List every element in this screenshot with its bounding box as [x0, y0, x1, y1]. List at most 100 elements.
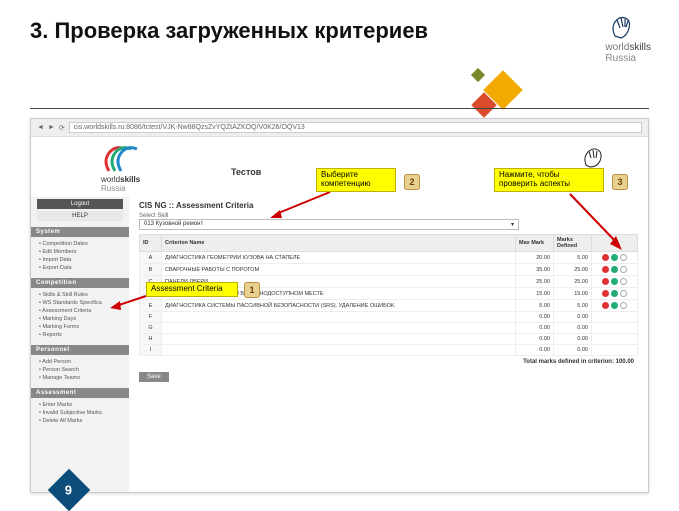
badge-2: 2: [404, 174, 420, 190]
edit-icon[interactable]: [620, 290, 627, 297]
hand-icon: [605, 14, 639, 40]
table-row: A ДИАГНОСТИКА ГЕОМЕТРИИ КУЗОВА НА СТАПЕЛ…: [140, 252, 638, 264]
delete-icon[interactable]: [602, 290, 609, 297]
delete-icon[interactable]: [602, 302, 609, 309]
divider: [30, 108, 649, 109]
logout-button[interactable]: Logout: [37, 199, 123, 209]
sidebar-item[interactable]: Enter Marks: [39, 401, 129, 409]
nav-back-icon[interactable]: ◄: [37, 124, 44, 131]
cell-actions: [592, 276, 638, 288]
cell-id: B: [140, 264, 162, 276]
sidebar-item[interactable]: Export Data: [39, 264, 129, 272]
arrow-2: [270, 190, 340, 220]
cell-name: [162, 334, 516, 345]
cell-id: F: [140, 312, 162, 323]
sidebar-item[interactable]: Person Search: [39, 366, 129, 374]
ok-icon[interactable]: [611, 290, 618, 297]
sidebar-item[interactable]: Competition Dates: [39, 240, 129, 248]
table-row: H 0.00 0.00: [140, 334, 638, 345]
table-row: F 0.00 0.00: [140, 312, 638, 323]
edit-icon[interactable]: [620, 302, 627, 309]
cell-id: G: [140, 323, 162, 334]
cell-actions: [592, 288, 638, 300]
ok-icon[interactable]: [611, 302, 618, 309]
sidebar-heading: System: [31, 227, 129, 237]
cell-max: 35.00: [516, 264, 554, 276]
sidebar-heading: Competition: [31, 278, 129, 288]
cell-max: 0.00: [516, 323, 554, 334]
edit-icon[interactable]: [620, 266, 627, 273]
chevron-down-icon: ▾: [511, 221, 514, 228]
col-id: ID: [140, 235, 162, 252]
cell-def: 15.00: [554, 288, 592, 300]
cell-def: 0.00: [554, 312, 592, 323]
table-row: E ДИАГНОСТИКА СИСТЕМЫ ПАССИВНОЙ БЕЗОПАСН…: [140, 300, 638, 312]
cell-max: 0.00: [516, 312, 554, 323]
worldskills-logo-left: worldskillsRussia: [101, 145, 145, 193]
cell-name: ДИАГНОСТИКА ГЕОМЕТРИИ КУЗОВА НА СТАПЕЛЕ: [162, 252, 516, 264]
cell-name: [162, 323, 516, 334]
callout-select-skill: Выберите компетенцию: [316, 168, 396, 192]
col-name: Criterion Name: [162, 235, 516, 252]
cell-id: H: [140, 334, 162, 345]
cell-def: 0.00: [554, 323, 592, 334]
cell-name: СВАРОЧНЫЕ РАБОТЫ С ПОРОГОМ: [162, 264, 516, 276]
cell-actions: [592, 300, 638, 312]
cell-actions: [592, 312, 638, 323]
slide-title: 3. Проверка загруженных критериев: [30, 18, 428, 44]
cell-max: 0.00: [516, 334, 554, 345]
sidebar-item[interactable]: Marking Forms: [39, 323, 129, 331]
cell-max: 15.00: [516, 288, 554, 300]
cell-name: ДИАГНОСТИКА СИСТЕМЫ ПАССИВНОЙ БЕЗОПАСНОС…: [162, 300, 516, 312]
delete-icon[interactable]: [602, 254, 609, 261]
arrow-3: [560, 192, 630, 252]
nav-fwd-icon[interactable]: ►: [48, 124, 55, 131]
cell-actions: [592, 345, 638, 356]
cell-max: 5.00: [516, 300, 554, 312]
sidebar-item[interactable]: Edit Members: [39, 248, 129, 256]
edit-icon[interactable]: [620, 254, 627, 261]
reload-icon[interactable]: ⟳: [59, 124, 65, 132]
ok-icon[interactable]: [611, 266, 618, 273]
cell-def: 25.00: [554, 276, 592, 288]
badge-1: 1: [244, 282, 260, 298]
cell-actions: [592, 252, 638, 264]
sidebar-heading: Personnel: [31, 345, 129, 355]
sidebar-item[interactable]: Reports: [39, 331, 129, 339]
cell-name: [162, 345, 516, 356]
page-title: Тестов: [231, 167, 261, 177]
delete-icon[interactable]: [602, 278, 609, 285]
table-row: B СВАРОЧНЫЕ РАБОТЫ С ПОРОГОМ 35.00 25.00: [140, 264, 638, 276]
sidebar-item[interactable]: Marking Days: [39, 315, 129, 323]
skill-select[interactable]: 013 Кузовной ремонт ▾: [139, 219, 519, 230]
cell-def: 25.00: [554, 264, 592, 276]
sidebar-item[interactable]: Manage Teams: [39, 374, 129, 382]
cell-def: 0.00: [554, 345, 592, 356]
sidebar-item[interactable]: Delete All Marks: [39, 417, 129, 425]
cell-actions: [592, 334, 638, 345]
table-row: G 0.00 0.00: [140, 323, 638, 334]
table-row: I 0.00 0.00: [140, 345, 638, 356]
help-button[interactable]: HELP: [37, 211, 123, 221]
cell-def: 5.00: [554, 252, 592, 264]
edit-icon[interactable]: [620, 278, 627, 285]
sidebar: Logout HELP System Competition DatesEdit …: [31, 197, 129, 492]
url-field[interactable]: cis.worldskills.ru:8086/tctest/VJK-Nw88Q…: [69, 122, 642, 133]
sidebar-item[interactable]: Import Data: [39, 256, 129, 264]
badge-3: 3: [612, 174, 628, 190]
cell-id: A: [140, 252, 162, 264]
cell-max: 20.00: [516, 252, 554, 264]
cell-actions: [592, 264, 638, 276]
worldskills-logo-corner: worldworldskillsskills Russia: [605, 14, 651, 64]
sidebar-item[interactable]: Add Person: [39, 358, 129, 366]
delete-icon[interactable]: [602, 266, 609, 273]
ok-icon[interactable]: [611, 278, 618, 285]
arrow-1: [110, 292, 150, 312]
cell-actions: [592, 323, 638, 334]
cell-name: [162, 312, 516, 323]
callout-check-aspects: Нажмите, чтобы проверить аспекты: [494, 168, 604, 192]
cell-def: 5.00: [554, 300, 592, 312]
sidebar-item[interactable]: Invalid Subjective Marks: [39, 409, 129, 417]
save-button[interactable]: Save: [139, 372, 169, 382]
ok-icon[interactable]: [611, 254, 618, 261]
